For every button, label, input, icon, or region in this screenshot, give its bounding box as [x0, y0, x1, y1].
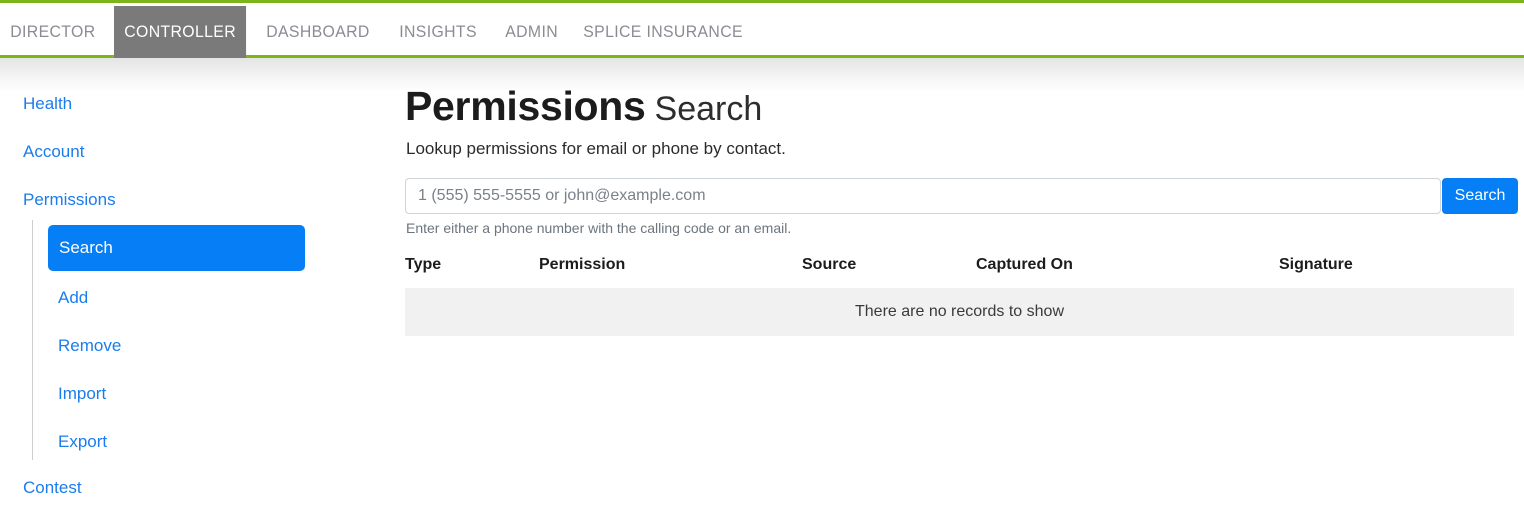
main-content: Permissions Search Lookup permissions for… [405, 58, 1524, 510]
top-nav-list: DIRECTOR CONTROLLER DASHBOARD INSIGHTS A… [0, 6, 767, 58]
sidebar-subnav-rail [32, 220, 33, 460]
column-header-source: Source [802, 256, 857, 273]
sidebar-subitem-remove[interactable]: Remove [58, 336, 121, 356]
table-header-row: Type Permission Source Captured On Signa… [405, 256, 1514, 288]
sidebar-subitem-add[interactable]: Add [58, 288, 88, 308]
top-navigation-bar: DIRECTOR CONTROLLER DASHBOARD INSIGHTS A… [0, 0, 1524, 58]
page-subtitle: Lookup permissions for email or phone by… [406, 139, 786, 158]
nav-item-dashboard[interactable]: DASHBOARD [256, 6, 380, 58]
column-header-permission: Permission [539, 256, 626, 273]
column-header-type: Type [405, 256, 442, 273]
table-body: There are no records to show [405, 288, 1514, 336]
sidebar-subitem-search-label: Search [59, 238, 113, 257]
page-title-secondary: Search [654, 90, 763, 128]
sidebar-item-permissions[interactable]: Permissions [23, 190, 116, 210]
nav-item-splice-insurance[interactable]: SPLICE INSURANCE [573, 6, 753, 58]
table-empty-row: There are no records to show [405, 288, 1514, 336]
sidebar-subitem-import[interactable]: Import [58, 384, 106, 404]
page-title-primary: Permissions [405, 83, 646, 129]
nav-item-insights[interactable]: INSIGHTS [389, 6, 487, 58]
permissions-results-table: Type Permission Source Captured On Signa… [405, 256, 1514, 336]
sidebar-item-account[interactable]: Account [23, 142, 84, 162]
sidebar-item-health[interactable]: Health [23, 94, 72, 114]
sidebar-item-contest[interactable]: Contest [23, 478, 82, 498]
nav-item-director[interactable]: DIRECTOR [0, 6, 106, 58]
search-input[interactable] [405, 178, 1441, 214]
column-header-captured-on: Captured On [976, 256, 1073, 273]
table-empty-message: There are no records to show [405, 288, 1514, 336]
sidebar-subitem-search[interactable]: Search [48, 225, 305, 271]
table-head: Type Permission Source Captured On Signa… [405, 256, 1514, 288]
page-title: Permissions Search [405, 83, 762, 130]
search-hint-text: Enter either a phone number with the cal… [406, 220, 792, 236]
nav-item-admin[interactable]: ADMIN [495, 6, 568, 58]
sidebar: Health Account Permissions Search Add Re… [0, 58, 380, 510]
search-button[interactable]: Search [1442, 178, 1518, 214]
column-header-signature: Signature [1279, 256, 1353, 273]
sidebar-subitem-export[interactable]: Export [58, 432, 107, 452]
nav-item-controller[interactable]: CONTROLLER [113, 6, 246, 58]
